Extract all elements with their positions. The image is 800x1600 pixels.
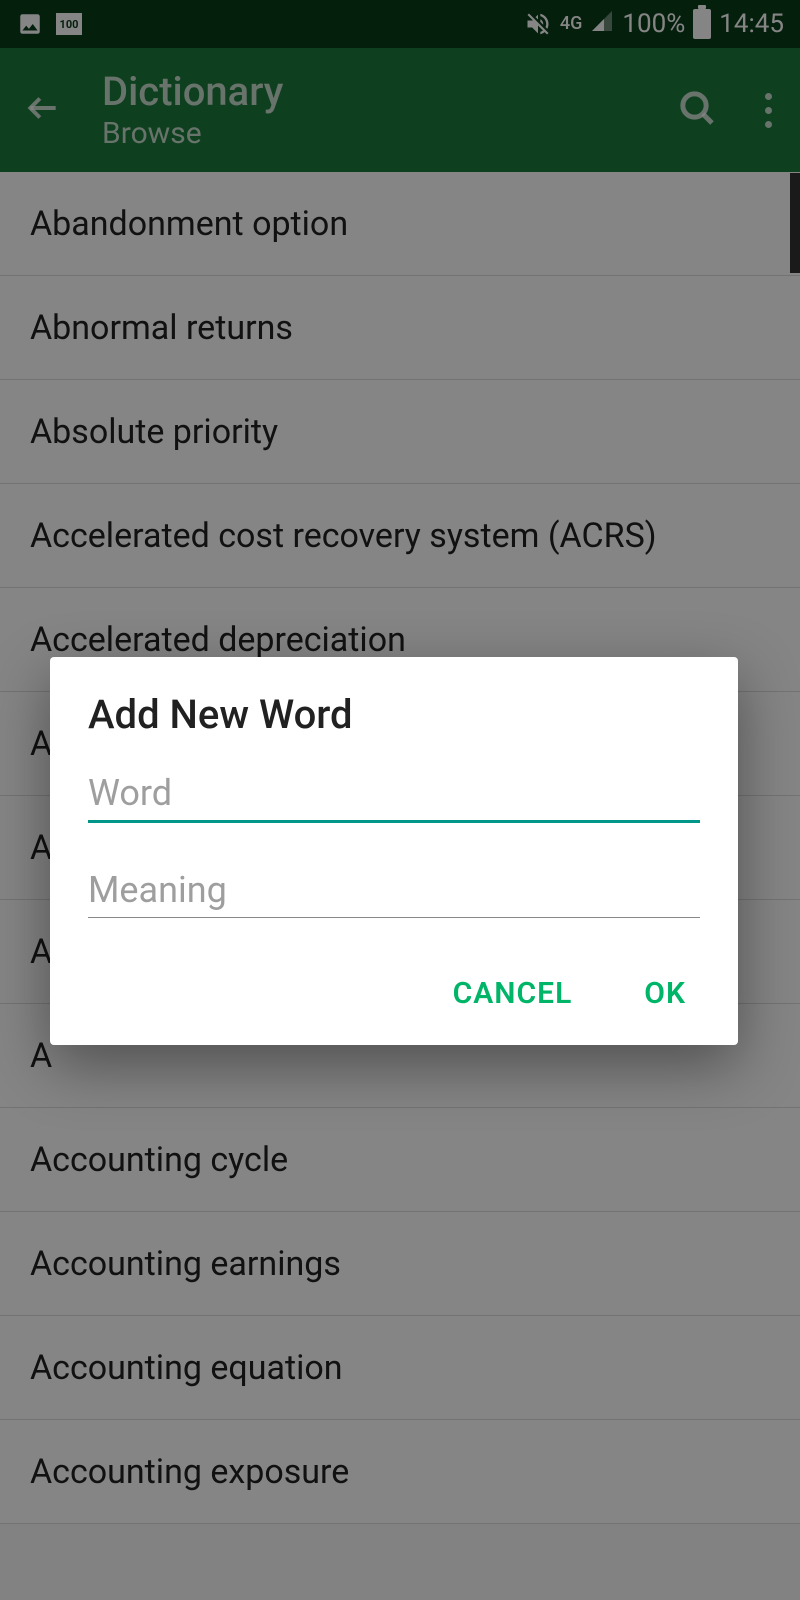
- dialog-title: Add New Word: [88, 691, 700, 738]
- word-input[interactable]: [88, 766, 700, 823]
- ok-button[interactable]: OK: [640, 966, 690, 1021]
- cancel-button[interactable]: CANCEL: [449, 966, 577, 1021]
- add-word-dialog: Add New Word CANCEL OK: [50, 657, 738, 1045]
- meaning-input[interactable]: [88, 863, 700, 918]
